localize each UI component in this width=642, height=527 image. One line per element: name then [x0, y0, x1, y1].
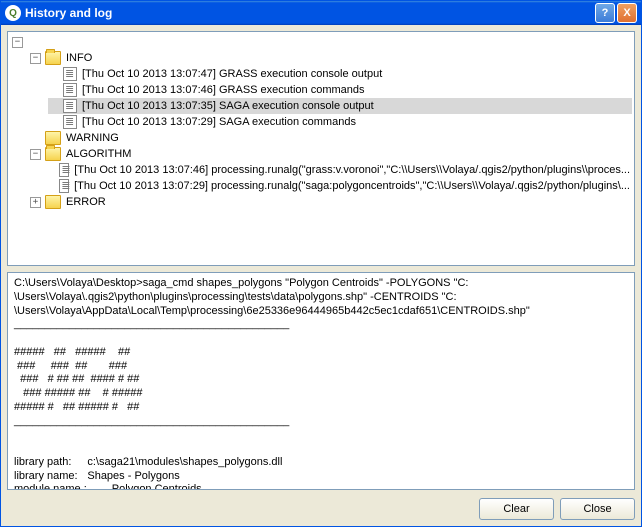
help-button[interactable]: ? [595, 3, 615, 23]
button-row: Clear Close [7, 496, 635, 520]
expander-spacer: - [48, 85, 59, 96]
expander-algorithm[interactable]: − [30, 149, 41, 160]
window-title: History and log [25, 6, 593, 20]
expander-spacer: - [30, 133, 41, 144]
log-entry[interactable]: [Thu Oct 10 2013 13:07:46] GRASS executi… [80, 82, 367, 98]
history-tree[interactable]: − − INFO - [10, 34, 632, 210]
expander-spacer: - [48, 181, 55, 192]
tree-node-warning[interactable]: WARNING [64, 130, 121, 146]
tree-node-algorithm[interactable]: ALGORITHM [64, 146, 133, 162]
history-log-window: Q History and log ? X − − [0, 0, 642, 527]
expander-spacer: - [48, 101, 59, 112]
log-icon [63, 115, 77, 129]
folder-icon [45, 147, 61, 161]
clear-button[interactable]: Clear [479, 498, 554, 520]
close-button[interactable]: Close [560, 498, 635, 520]
expander-spacer: - [48, 69, 59, 80]
log-entry[interactable]: [Thu Oct 10 2013 13:07:29] SAGA executio… [80, 114, 358, 130]
console-output-panel[interactable]: C:\Users\Volaya\Desktop>saga_cmd shapes_… [7, 272, 635, 490]
tree-node-error[interactable]: ERROR [64, 194, 108, 210]
folder-icon [45, 131, 61, 145]
log-icon [59, 163, 69, 177]
log-icon [63, 83, 77, 97]
log-entry[interactable]: [Thu Oct 10 2013 13:07:29] processing.ru… [72, 178, 632, 194]
expander-spacer: - [48, 117, 59, 128]
tree-node-info[interactable]: INFO [64, 50, 94, 66]
log-entry[interactable]: [Thu Oct 10 2013 13:07:47] GRASS executi… [80, 66, 384, 82]
expander-spacer: - [48, 165, 55, 176]
expander-root[interactable]: − [12, 37, 23, 48]
folder-icon [45, 51, 61, 65]
log-icon [63, 67, 77, 81]
expander-info[interactable]: − [30, 53, 41, 64]
log-entry[interactable]: [Thu Oct 10 2013 13:07:46] processing.ru… [72, 162, 632, 178]
titlebar: Q History and log ? X [1, 1, 641, 25]
log-entry-selected[interactable]: [Thu Oct 10 2013 13:07:35] SAGA executio… [80, 98, 376, 114]
history-tree-panel: − − INFO - [7, 31, 635, 266]
expander-error[interactable]: + [30, 197, 41, 208]
log-icon [59, 179, 69, 193]
app-icon: Q [5, 5, 21, 21]
content-area: − − INFO - [1, 25, 641, 526]
window-close-button[interactable]: X [617, 3, 637, 23]
log-icon [63, 99, 77, 113]
folder-icon [45, 195, 61, 209]
